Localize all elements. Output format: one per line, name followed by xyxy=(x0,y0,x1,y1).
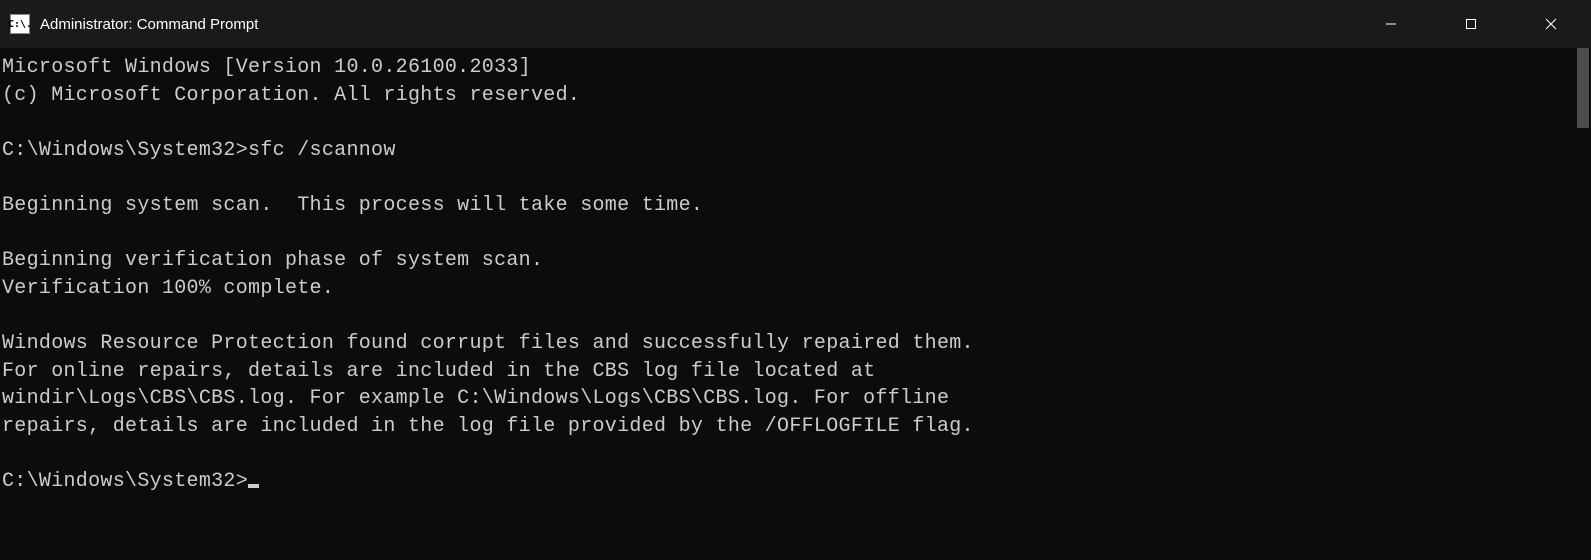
terminal-line xyxy=(2,302,1589,330)
terminal-line: Beginning system scan. This process will… xyxy=(2,192,1589,220)
window-controls xyxy=(1351,0,1591,48)
terminal-cursor xyxy=(248,484,259,488)
terminal-line xyxy=(2,164,1589,192)
terminal-prompt-line: C:\Windows\System32> xyxy=(2,468,1589,496)
terminal-output[interactable]: Microsoft Windows [Version 10.0.26100.20… xyxy=(0,48,1591,560)
cmd-icon: C:\. xyxy=(10,14,30,34)
terminal-line: Beginning verification phase of system s… xyxy=(2,247,1589,275)
terminal-line: (c) Microsoft Corporation. All rights re… xyxy=(2,82,1589,110)
scrollbar-thumb[interactable] xyxy=(1577,48,1589,128)
terminal-line: windir\Logs\CBS\CBS.log. For example C:\… xyxy=(2,385,1589,413)
terminal-line xyxy=(2,440,1589,468)
titlebar[interactable]: C:\. Administrator: Command Prompt xyxy=(0,0,1591,48)
terminal-line: For online repairs, details are included… xyxy=(2,358,1589,386)
close-button[interactable] xyxy=(1511,0,1591,48)
minimize-icon xyxy=(1385,18,1397,30)
terminal-line: Microsoft Windows [Version 10.0.26100.20… xyxy=(2,54,1589,82)
terminal-line: repairs, details are included in the log… xyxy=(2,413,1589,441)
close-icon xyxy=(1545,18,1557,30)
maximize-icon xyxy=(1465,18,1477,30)
titlebar-left: C:\. Administrator: Command Prompt xyxy=(10,14,258,34)
terminal-line: Verification 100% complete. xyxy=(2,275,1589,303)
terminal-line xyxy=(2,220,1589,248)
window-title: Administrator: Command Prompt xyxy=(40,16,258,33)
terminal-line xyxy=(2,109,1589,137)
minimize-button[interactable] xyxy=(1351,0,1431,48)
terminal-line: Windows Resource Protection found corrup… xyxy=(2,330,1589,358)
terminal-prompt: C:\Windows\System32> xyxy=(2,470,248,493)
terminal-line: C:\Windows\System32>sfc /scannow xyxy=(2,137,1589,165)
maximize-button[interactable] xyxy=(1431,0,1511,48)
